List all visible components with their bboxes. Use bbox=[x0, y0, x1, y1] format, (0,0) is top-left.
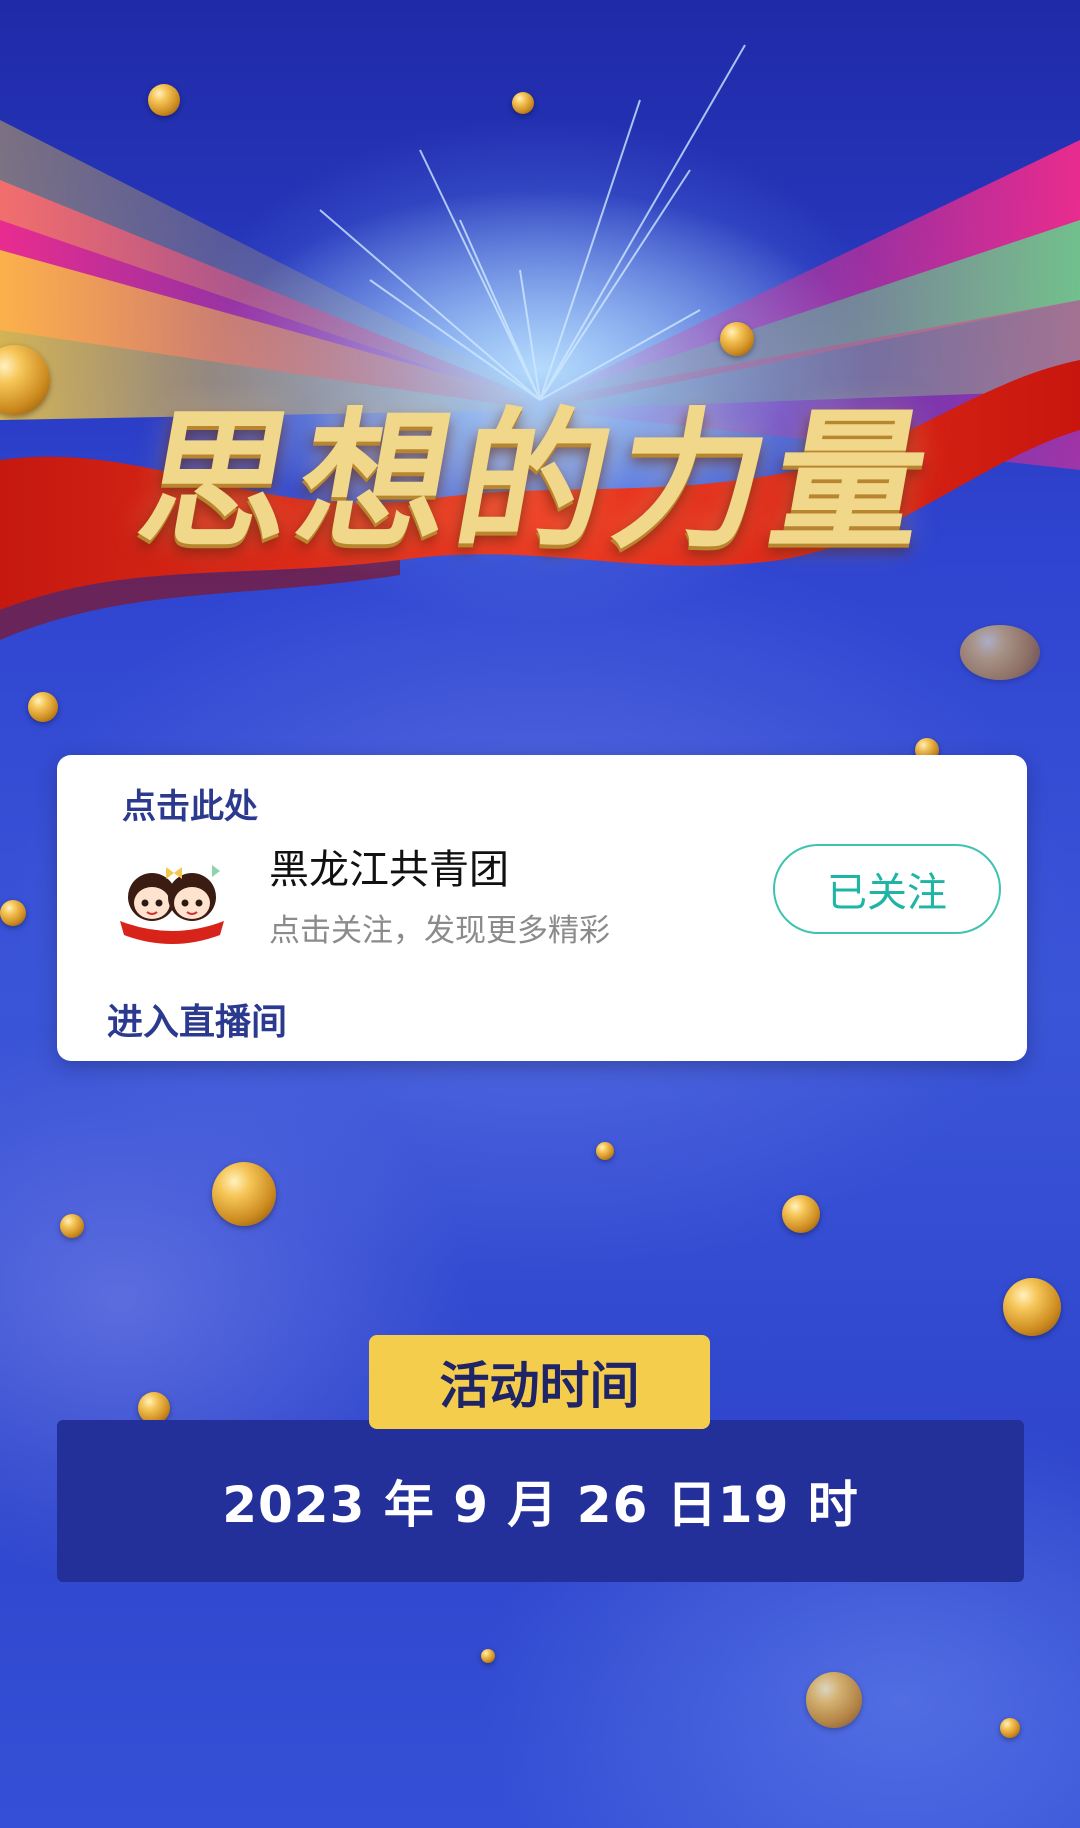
follow-button[interactable]: 已关注 bbox=[773, 844, 1001, 934]
gold-ball-decoration bbox=[0, 900, 26, 926]
gold-ball-decoration bbox=[512, 92, 534, 114]
gold-ball-decoration bbox=[720, 322, 754, 356]
gold-ball-decoration bbox=[1000, 1718, 1020, 1738]
account-subtitle: 点击关注，发现更多精彩 bbox=[269, 913, 610, 949]
gold-ball-decoration bbox=[596, 1142, 614, 1160]
enter-live-room-link[interactable]: 进入直播间 bbox=[107, 993, 287, 1045]
gold-ball-decoration bbox=[212, 1162, 276, 1226]
event-time-bar: 2023 年 9 月 26 日19 时 bbox=[57, 1420, 1024, 1582]
gold-ball-decoration bbox=[782, 1195, 820, 1233]
gold-ball-decoration bbox=[28, 692, 58, 722]
gold-ball-decoration bbox=[60, 1214, 84, 1238]
click-here-link[interactable]: 点击此处 bbox=[122, 779, 258, 828]
gold-ball-decoration bbox=[148, 84, 180, 116]
gold-ball-decoration bbox=[806, 1672, 862, 1728]
gold-ball-decoration bbox=[1003, 1278, 1061, 1336]
event-time-label: 活动时间 bbox=[369, 1335, 710, 1429]
follow-card: 点击此处 黑龙江共青团 点击关注，发现更多精彩 已关注 进入直播间 bbox=[57, 755, 1027, 1061]
hero-title: 思想的力量 bbox=[127, 393, 949, 569]
account-avatar bbox=[120, 865, 224, 944]
account-name: 黑龙江共青团 bbox=[269, 847, 509, 893]
hero-title-wrap: 思想的力量 bbox=[0, 360, 1080, 577]
gold-ball-decoration bbox=[481, 1649, 495, 1663]
gold-ball-decoration bbox=[960, 625, 1040, 680]
event-datetime: 2023 年 9 月 26 日19 时 bbox=[222, 1476, 859, 1534]
